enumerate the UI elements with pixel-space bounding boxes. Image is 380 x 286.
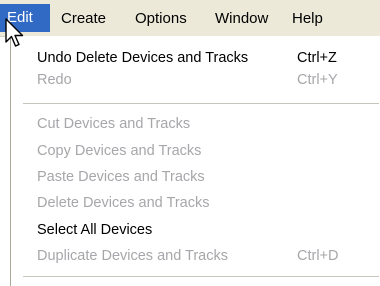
menu-window[interactable]: Window (215, 8, 268, 30)
menu-item-shortcut: Ctrl+Y (297, 72, 338, 88)
menu-item-shortcut: Ctrl+D (297, 248, 339, 264)
menu-help[interactable]: Help (292, 8, 323, 30)
menu-separator (23, 103, 379, 104)
menu-item-label: Redo (37, 72, 72, 88)
menu-item-label: Paste Devices and Tracks (37, 169, 205, 185)
menu-item-label: Select All Devices (37, 222, 153, 238)
mouse-pointer-icon (5, 18, 24, 47)
menu-item-redo: Redo Ctrl+Y (11, 69, 371, 91)
menu-separator (23, 276, 379, 277)
menu-item-cut: Cut Devices and Tracks (11, 113, 371, 135)
menu-item-label: Undo Delete Devices and Tracks (37, 50, 249, 66)
menu-item-select-all[interactable]: Select All Devices (11, 219, 371, 241)
menu-item-label: Cut Devices and Tracks (37, 116, 191, 132)
menu-item-label: Delete Devices and Tracks (37, 195, 210, 211)
menu-item-label: Copy Devices and Tracks (37, 143, 202, 159)
menu-bar: Edit Create Options Window Help (0, 0, 380, 37)
menu-item-undo[interactable]: Undo Delete Devices and Tracks Ctrl+Z (11, 47, 371, 69)
menu-item-duplicate: Duplicate Devices and Tracks Ctrl+D (11, 245, 371, 267)
menu-item-paste: Paste Devices and Tracks (11, 166, 371, 188)
menu-item-delete: Delete Devices and Tracks (11, 192, 371, 214)
menu-create[interactable]: Create (61, 8, 106, 30)
menu-item-label: Duplicate Devices and Tracks (37, 248, 228, 264)
edit-dropdown-menu: Undo Delete Devices and Tracks Ctrl+Z Re… (10, 36, 380, 286)
menu-item-copy: Copy Devices and Tracks (11, 140, 371, 162)
menu-options[interactable]: Options (135, 8, 187, 30)
menu-item-shortcut: Ctrl+Z (297, 50, 337, 66)
